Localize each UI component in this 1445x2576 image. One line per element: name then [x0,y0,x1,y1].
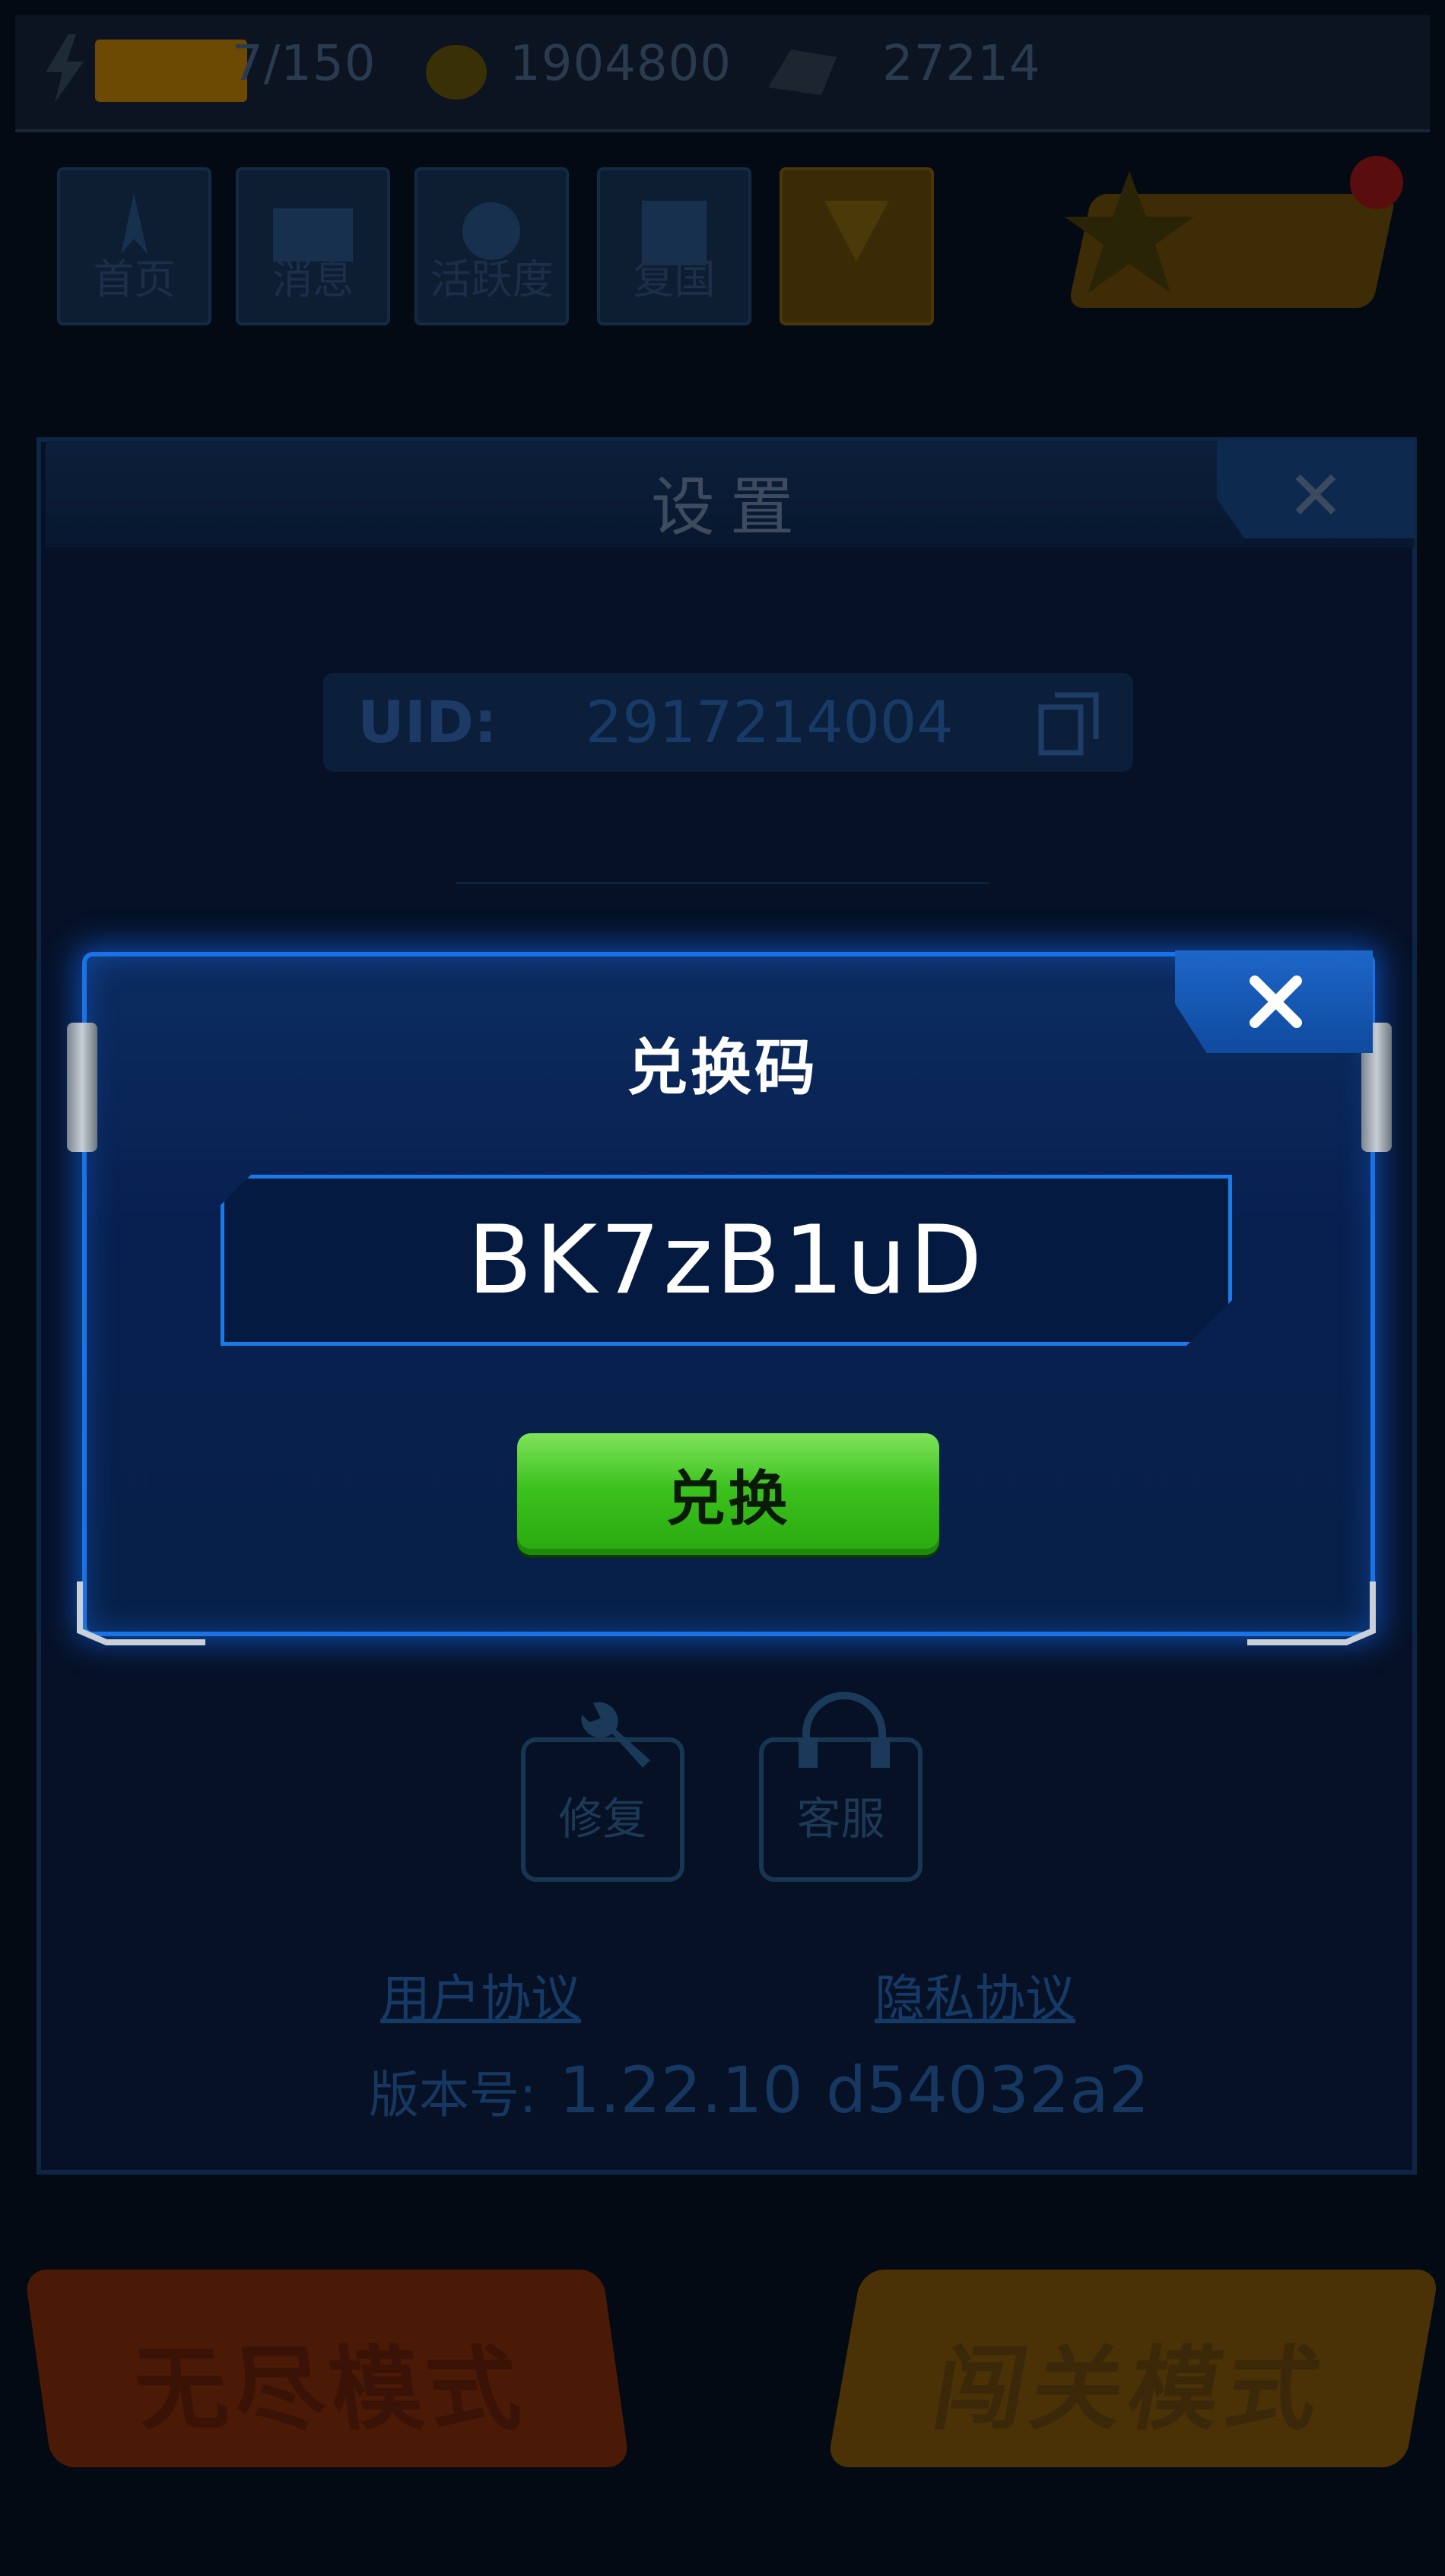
gold-icon [422,38,491,109]
close-icon: ✕ [1287,456,1345,536]
redeem-code-input[interactable]: BK7zB1uD [221,1175,1232,1346]
energy-icon [38,34,91,106]
stage-mode-button[interactable]: 闯关模式 [827,2270,1440,2467]
tab-messages-label: 消息 [272,255,354,303]
settings-title: 设置 [650,470,809,544]
gold-value: 1904800 [510,36,732,92]
close-icon [1250,976,1302,1028]
tab-restore-label: 复国 [633,255,716,303]
tab-activity[interactable]: 活跃度 [414,167,569,325]
tab-messages[interactable]: 消息 [236,167,390,325]
gem-icon [761,42,844,106]
rank-icon [824,201,889,262]
tab-restore[interactable]: 复国 [597,167,751,325]
dialog-corner-left [76,1578,213,1649]
version-label: 版本号: [369,2066,537,2124]
tab-home[interactable]: 首页 [57,167,211,325]
redeem-button[interactable]: 兑换 [517,1433,939,1555]
energy-value: 7/150 [232,36,376,92]
uid-value: 2917214004 [586,688,954,756]
headset-icon [795,1692,894,1786]
stage-mode-label: 闯关模式 [925,2337,1334,2443]
gem-counter: 27214 [882,33,1041,94]
tab-home-label: 首页 [93,255,176,303]
notification-badge [1350,156,1403,209]
version-row: 版本号: 1.22.10 d54032a2 [369,2053,1149,2127]
version-hash: d54032a2 [825,2053,1150,2127]
uid-label: UID: [357,688,497,756]
customer-service-label: 客服 [796,1793,885,1845]
privacy-agreement-link[interactable]: 隐私协议 [875,1958,1075,2031]
tab-rank[interactable] [780,167,934,325]
divider [456,882,989,884]
endless-mode-label: 无尽模式 [128,2337,532,2443]
star-icon [1061,167,1198,307]
redeem-close-button[interactable] [1175,950,1373,1053]
dialog-corner-right [1240,1578,1377,1649]
settings-close-button[interactable]: ✕ [1217,439,1415,538]
repair-label: 修复 [558,1793,647,1845]
tab-activity-label: 活跃度 [430,255,554,303]
copy-icon[interactable] [1038,692,1099,760]
wrench-icon [567,1692,658,1786]
gem-value: 27214 [882,36,1041,92]
gold-counter: 1904800 [510,33,732,94]
energy-counter: 7/150 [232,33,376,94]
version-number: 1.22.10 [559,2053,803,2127]
user-agreement-link[interactable]: 用户协议 [380,1958,581,2031]
game-screen: 7/150 1904800 27214 首页 消息 活跃度 复国 设置 ✕ UI… [0,0,1445,2576]
energy-fill [95,40,247,102]
endless-mode-button[interactable]: 无尽模式 [24,2270,630,2467]
